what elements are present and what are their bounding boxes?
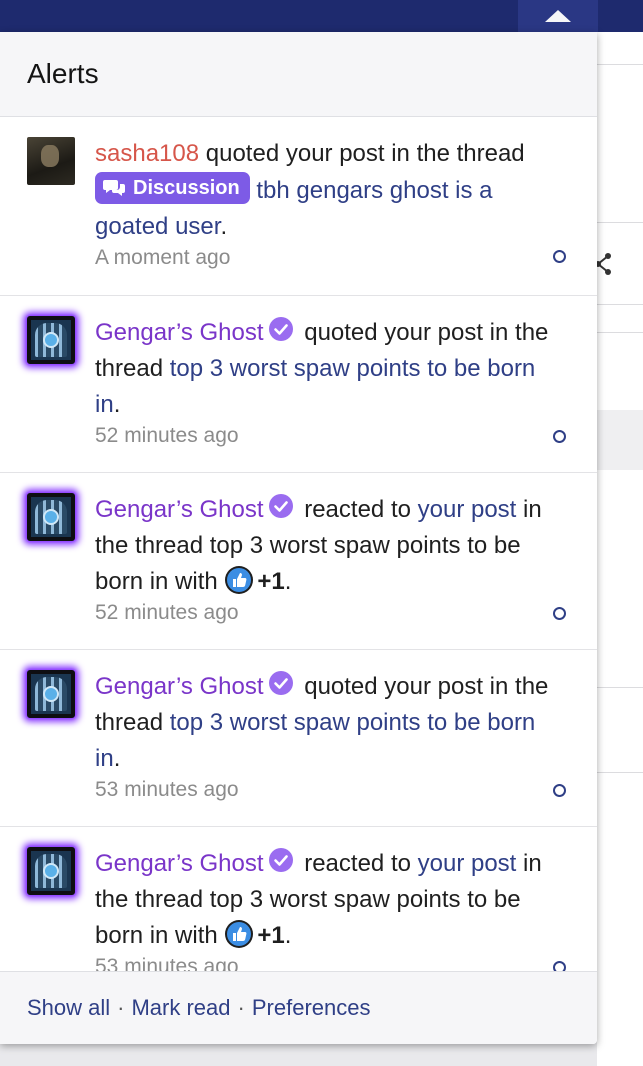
footer-separator: · bbox=[237, 995, 245, 1020]
alert-text: Gengar’s Ghost quoted your post in the t… bbox=[95, 669, 557, 777]
post-link[interactable]: your post bbox=[418, 850, 517, 877]
alert-username[interactable]: Gengar’s Ghost bbox=[95, 850, 264, 877]
discussion-badge: Discussion bbox=[95, 172, 250, 204]
alert-text: Gengar’s Ghost quoted your post in the t… bbox=[95, 315, 557, 423]
alerts-footer: Show all · Mark read · Preferences bbox=[0, 971, 597, 1044]
verified-icon bbox=[268, 848, 293, 872]
verified-icon bbox=[268, 671, 293, 695]
reaction-label: +1 bbox=[257, 922, 285, 949]
mark-read-toggle[interactable] bbox=[553, 607, 566, 620]
alert-username[interactable]: Gengar’s Ghost bbox=[95, 673, 264, 700]
alert-username[interactable]: Gengar’s Ghost bbox=[95, 319, 264, 346]
show-all-link[interactable]: Show all bbox=[27, 995, 110, 1021]
post-link[interactable]: your post bbox=[418, 496, 517, 523]
alert-action: reacted to bbox=[304, 850, 411, 877]
chat-bubbles-icon bbox=[103, 180, 125, 196]
alert-username[interactable]: Gengar’s Ghost bbox=[95, 496, 264, 523]
alert-end: . bbox=[113, 745, 121, 772]
preferences-link[interactable]: Preferences bbox=[252, 995, 371, 1021]
alert-end: . bbox=[284, 922, 292, 949]
alert-item[interactable]: Gengar’s Ghost quoted your post in the t… bbox=[0, 650, 597, 827]
alerts-header: Alerts bbox=[0, 32, 597, 117]
popup-caret bbox=[545, 10, 571, 22]
mark-read-toggle[interactable] bbox=[553, 961, 566, 971]
avatar[interactable] bbox=[27, 670, 75, 718]
alert-end: . bbox=[113, 391, 121, 418]
alert-action: reacted to bbox=[304, 496, 411, 523]
mark-read-toggle[interactable] bbox=[553, 250, 566, 263]
footer-separator: · bbox=[117, 995, 125, 1020]
alert-item[interactable]: Gengar’s Ghost reacted to your post in t… bbox=[0, 827, 597, 971]
mark-read-toggle[interactable] bbox=[553, 430, 566, 443]
alert-item[interactable]: Gengar’s Ghost reacted to your post in t… bbox=[0, 473, 597, 650]
share-icon[interactable] bbox=[594, 252, 614, 276]
alert-time: A moment ago bbox=[95, 246, 231, 269]
alert-end: . bbox=[284, 568, 292, 595]
verified-icon bbox=[268, 494, 293, 518]
alert-time: 52 minutes ago bbox=[95, 601, 239, 624]
avatar[interactable] bbox=[27, 847, 75, 895]
like-reaction-icon bbox=[225, 566, 254, 594]
alert-text: sasha108 quoted your post in the thread … bbox=[95, 136, 557, 245]
alert-time: 53 minutes ago bbox=[95, 778, 239, 801]
avatar[interactable] bbox=[27, 493, 75, 541]
badge-label: Discussion bbox=[133, 177, 240, 199]
mark-read-toggle[interactable] bbox=[553, 784, 566, 797]
alerts-title: Alerts bbox=[27, 58, 99, 89]
alert-item[interactable]: Gengar’s Ghost quoted your post in the t… bbox=[0, 296, 597, 473]
mark-read-link[interactable]: Mark read bbox=[131, 995, 230, 1021]
avatar[interactable] bbox=[27, 137, 75, 185]
reaction-label: +1 bbox=[257, 568, 285, 595]
alert-item[interactable]: sasha108 quoted your post in the thread … bbox=[0, 117, 597, 296]
alert-action: quoted your post in the thread bbox=[205, 140, 525, 167]
alert-time: 53 minutes ago bbox=[95, 955, 239, 971]
avatar[interactable] bbox=[27, 316, 75, 364]
alerts-list[interactable]: sasha108 quoted your post in the thread … bbox=[0, 117, 597, 971]
alert-username[interactable]: sasha108 bbox=[95, 140, 199, 167]
alert-time: 52 minutes ago bbox=[95, 424, 239, 447]
background-page bbox=[594, 32, 643, 1066]
top-navigation-bar bbox=[0, 0, 643, 32]
like-reaction-icon bbox=[225, 920, 254, 948]
alert-text: Gengar’s Ghost reacted to your post in t… bbox=[95, 846, 557, 954]
verified-icon bbox=[268, 317, 293, 341]
alert-end: . bbox=[220, 213, 228, 240]
alert-text: Gengar’s Ghost reacted to your post in t… bbox=[95, 492, 557, 600]
alerts-popup: Alerts sasha108 quoted your post in the … bbox=[0, 32, 597, 1044]
